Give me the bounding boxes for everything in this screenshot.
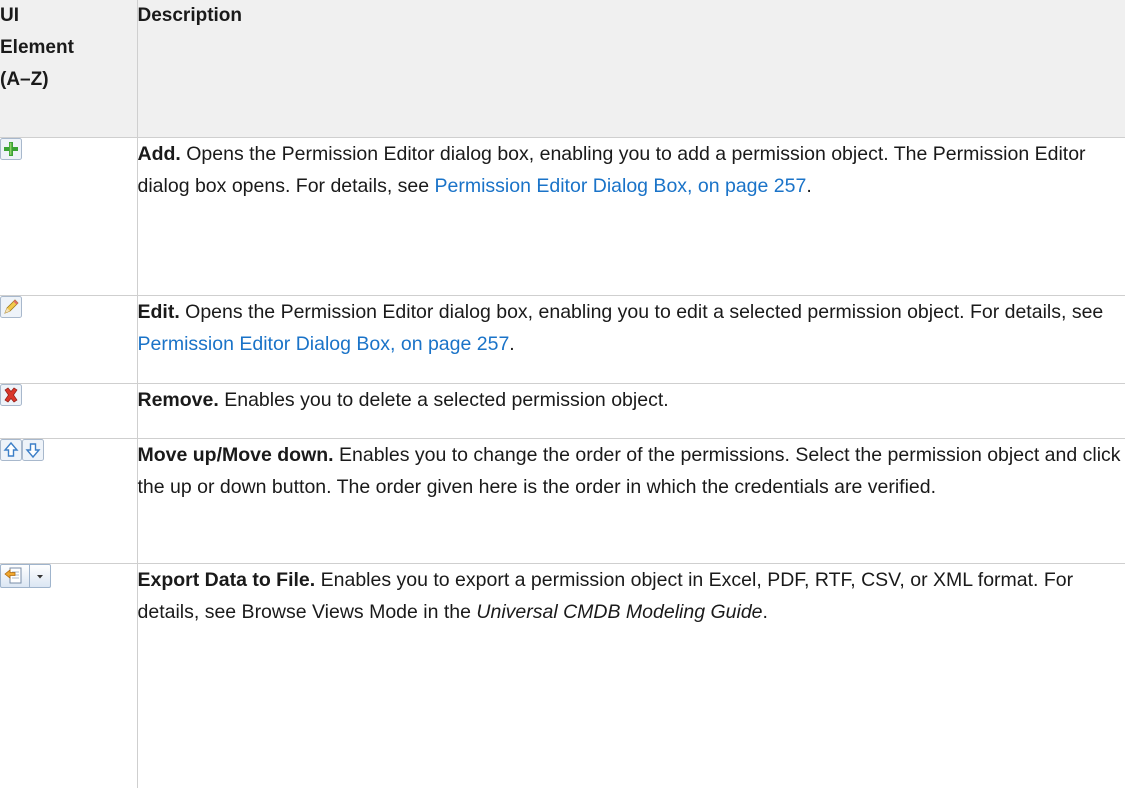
ui-element-table: UI Element (A–Z) Description Add. Opens … <box>0 0 1125 788</box>
edit-pencil-icon[interactable] <box>0 295 22 323</box>
row-title-move: Move up/Move down. <box>137 443 334 466</box>
desc-cell-remove: Remove. Enables you to delete a selected… <box>137 383 1125 439</box>
header-ui-line3: (A–Z) <box>0 69 49 90</box>
link-permission-editor-add[interactable]: Permission Editor Dialog Box, on page 25… <box>435 175 807 197</box>
row-title-export: Export Data to File. <box>137 568 316 591</box>
header-description-label: Description <box>137 5 243 26</box>
link-permission-editor-edit[interactable]: Permission Editor Dialog Box, on page 25… <box>138 333 510 355</box>
table-header-row: UI Element (A–Z) Description <box>0 0 1125 138</box>
move-down-icon[interactable] <box>22 438 44 466</box>
row-title-edit: Edit. <box>137 300 180 323</box>
header-description: Description <box>137 0 1125 138</box>
row-title-add: Add. <box>137 142 181 165</box>
table-row-move: Move up/Move down. Enables you to change… <box>0 438 1125 564</box>
export-data-icon <box>1 564 30 587</box>
header-ui-line2: Element <box>0 37 74 58</box>
table-row-remove: Remove. Enables you to delete a selected… <box>0 383 1125 439</box>
table-row-export: Export Data to File. Enables you to expo… <box>0 563 1125 788</box>
chevron-down-icon[interactable] <box>30 565 50 587</box>
export-data-button[interactable] <box>0 563 51 588</box>
desc-cell-add: Add. Opens the Permission Editor dialog … <box>137 137 1125 296</box>
table-row-add: Add. Opens the Permission Editor dialog … <box>0 137 1125 296</box>
icon-cell-remove <box>0 383 138 439</box>
desc-cell-move: Move up/Move down. Enables you to change… <box>137 438 1125 564</box>
header-ui-element: UI Element (A–Z) <box>0 0 138 138</box>
icon-cell-add <box>0 137 138 296</box>
row-after-edit: . <box>509 332 515 355</box>
row-after-export: . <box>762 600 768 623</box>
header-ui-line1: UI <box>0 5 19 26</box>
remove-x-icon[interactable] <box>0 383 22 411</box>
row-text-remove: Enables you to delete a selected permiss… <box>218 388 669 411</box>
move-up-icon[interactable] <box>0 438 22 466</box>
desc-cell-export: Export Data to File. Enables you to expo… <box>137 563 1125 788</box>
row-text-edit: Opens the Permission Editor dialog box, … <box>179 300 1104 323</box>
icon-cell-move <box>0 438 138 564</box>
icon-cell-export <box>0 563 138 788</box>
row-title-remove: Remove. <box>137 388 219 411</box>
add-icon[interactable] <box>0 137 22 165</box>
desc-cell-edit: Edit. Opens the Permission Editor dialog… <box>137 295 1125 384</box>
table-row-edit: Edit. Opens the Permission Editor dialog… <box>0 295 1125 384</box>
guide-title: Universal CMDB Modeling Guide <box>476 600 763 623</box>
icon-cell-edit <box>0 295 138 384</box>
row-after-add: . <box>806 174 812 197</box>
